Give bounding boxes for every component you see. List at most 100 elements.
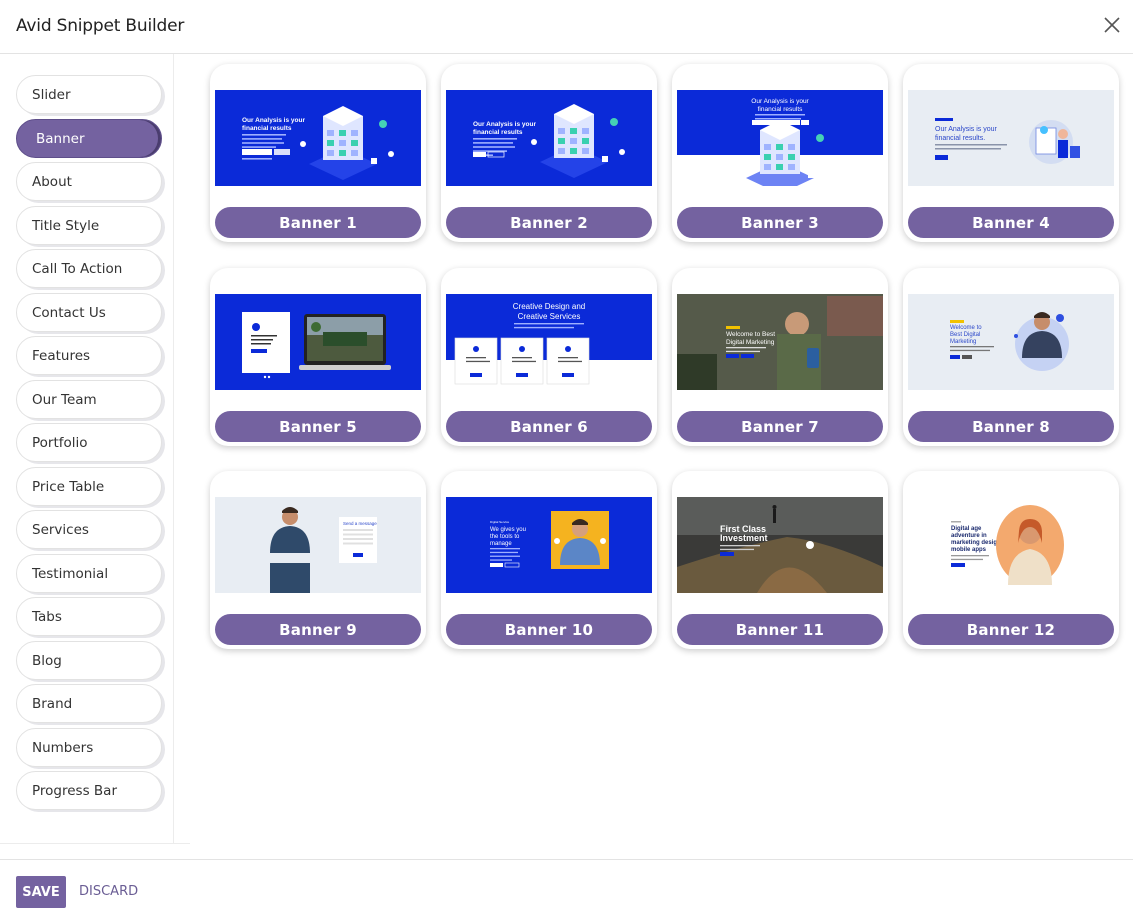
sidebar-item-portfolio[interactable]: Portfolio	[16, 423, 162, 462]
snippet-card-banner-11[interactable]: First Class Investment Banner 11	[672, 471, 888, 649]
snippet-thumbnail: Our Analysis is your financial results	[215, 90, 421, 186]
snippet-thumbnail: Creative Design and Creative Services	[446, 294, 652, 390]
svg-text:Digital Marketing: Digital Marketing	[726, 339, 775, 346]
sidebar-item-progress-bar[interactable]: Progress Bar	[16, 771, 162, 810]
svg-text:manage: manage	[490, 541, 512, 547]
sidebar-item-label: Progress Bar	[32, 782, 117, 799]
svg-text:financial results: financial results	[758, 106, 804, 113]
svg-text:Creative Design and: Creative Design and	[513, 302, 585, 311]
sidebar-item-label: Portfolio	[32, 434, 88, 451]
snippet-card-banner-8[interactable]: Welcome to Best Digital Marketing Banner…	[903, 268, 1119, 446]
snippet-card-label[interactable]: Banner 6	[446, 411, 652, 442]
svg-text:Our Analysis is your: Our Analysis is your	[473, 121, 536, 128]
sidebar-item-our-team[interactable]: Our Team	[16, 380, 162, 419]
snippet-card-banner-2[interactable]: Our Analysis is your financial results B…	[441, 64, 657, 242]
sidebar-item-features[interactable]: Features	[16, 336, 162, 375]
snippet-thumbnail	[215, 294, 421, 390]
snippet-thumbnail: Our Analysis is your financial results	[446, 90, 652, 186]
snippet-card-banner-9[interactable]: Send a message Banner 9	[210, 471, 426, 649]
svg-text:Our Analysis is your: Our Analysis is your	[751, 98, 809, 105]
snippet-card-label[interactable]: Banner 2	[446, 207, 652, 238]
snippet-card-banner-5[interactable]: Banner 5	[210, 268, 426, 446]
snippet-card-banner-7[interactable]: Welcome to Best Digital Marketing Banner…	[672, 268, 888, 446]
discard-button[interactable]: DISCARD	[79, 884, 138, 899]
sidebar-item-label: Testimonial	[32, 565, 109, 582]
sidebar-item-testimonial[interactable]: Testimonial	[16, 554, 162, 593]
snippet-thumbnail: First Class Investment	[677, 497, 883, 593]
snippet-card-label[interactable]: Banner 9	[215, 614, 421, 645]
snippet-card-banner-4[interactable]: Our Analysis is your financial results. …	[903, 64, 1119, 242]
save-button[interactable]: SAVE	[16, 876, 66, 908]
sidebar-item-label: Contact Us	[32, 304, 106, 321]
svg-text:adventure in: adventure in	[951, 533, 987, 539]
snippet-card-banner-10[interactable]: Digital Service We gives you the tools t…	[441, 471, 657, 649]
sidebar-item-label: Slider	[32, 86, 71, 103]
svg-text:We gives you: We gives you	[490, 527, 526, 533]
divider	[0, 843, 190, 844]
sidebar-item-tabs[interactable]: Tabs	[16, 597, 162, 636]
snippet-thumbnail: Digital Service We gives you the tools t…	[446, 497, 652, 593]
snippet-thumbnail: Welcome to Best Digital Marketing	[908, 294, 1114, 390]
sidebar-item-blog[interactable]: Blog	[16, 641, 162, 680]
snippet-card-banner-12[interactable]: Digital age adventure in marketing desig…	[903, 471, 1119, 649]
sidebar-item-banner[interactable]: Banner	[16, 119, 162, 158]
svg-text:Our Analysis is your: Our Analysis is your	[242, 117, 305, 124]
svg-text:mobile apps: mobile apps	[951, 547, 987, 553]
close-icon[interactable]	[1101, 14, 1123, 36]
snippet-card-label[interactable]: Banner 8	[908, 411, 1114, 442]
svg-text:Welcome to: Welcome to	[950, 325, 982, 331]
sidebar-item-label: About	[32, 173, 72, 190]
svg-text:marketing design: marketing design	[951, 540, 1001, 546]
snippet-card-label[interactable]: Banner 4	[908, 207, 1114, 238]
svg-text:Marketing: Marketing	[950, 339, 976, 345]
snippet-thumbnail: Welcome to Best Digital Marketing	[677, 294, 883, 390]
svg-text:Welcome to Best: Welcome to Best	[726, 331, 775, 338]
category-sidebar: Slider Banner About Title Style Call To Acti…	[0, 54, 174, 844]
snippet-card-label[interactable]: Banner 12	[908, 614, 1114, 645]
snippet-card-banner-3[interactable]: Our Analysis is your financial results B…	[672, 64, 888, 242]
sidebar-item-label: Title Style	[32, 217, 100, 234]
sidebar-item-about[interactable]: About	[16, 162, 162, 201]
svg-text:Best Digital: Best Digital	[950, 332, 980, 338]
sidebar-item-slider[interactable]: Slider	[16, 75, 162, 114]
svg-text:Send a message: Send a message	[343, 521, 377, 526]
snippet-card-label[interactable]: Banner 3	[677, 207, 883, 238]
sidebar-item-label: Numbers	[32, 739, 94, 756]
sidebar-item-label: Banner	[36, 130, 85, 147]
sidebar-item-label: Call To Action	[32, 260, 123, 277]
sidebar-item-label: Our Team	[32, 391, 97, 408]
svg-text:Digital age: Digital age	[951, 526, 982, 532]
svg-text:Digital Service: Digital Service	[490, 520, 510, 524]
sidebar-item-label: Price Table	[32, 478, 105, 495]
snippet-card-banner-6[interactable]: Creative Design and Creative Services Ba…	[441, 268, 657, 446]
sidebar-item-brand[interactable]: Brand	[16, 684, 162, 723]
svg-text:the tools to: the tools to	[490, 534, 520, 540]
svg-text:financial results.: financial results.	[935, 135, 985, 142]
sidebar-item-label: Services	[32, 521, 89, 538]
snippet-card-label[interactable]: Banner 5	[215, 411, 421, 442]
snippet-card-banner-1[interactable]: Our Analysis is your financial results B…	[210, 64, 426, 242]
sidebar-item-numbers[interactable]: Numbers	[16, 728, 162, 767]
snippet-thumbnail: Send a message	[215, 497, 421, 593]
sidebar-item-call-to-action[interactable]: Call To Action	[16, 249, 162, 288]
sidebar-item-services[interactable]: Services	[16, 510, 162, 549]
dialog-header: Avid Snippet Builder	[0, 0, 1133, 54]
svg-text:Creative Services: Creative Services	[518, 312, 581, 321]
sidebar-item-label: Blog	[32, 652, 62, 669]
sidebar-item-contact-us[interactable]: Contact Us	[16, 293, 162, 332]
snippet-card-label[interactable]: Banner 10	[446, 614, 652, 645]
sidebar-item-label: Tabs	[32, 608, 62, 625]
svg-text:financial results: financial results	[473, 129, 523, 136]
snippet-card-label[interactable]: Banner 11	[677, 614, 883, 645]
sidebar-item-title-style[interactable]: Title Style	[16, 206, 162, 245]
svg-text:Our Analysis is your: Our Analysis is your	[935, 126, 998, 133]
svg-text:financial results: financial results	[242, 125, 292, 132]
snippet-thumbnail: Our Analysis is your financial results	[677, 90, 883, 186]
snippet-card-label[interactable]: Banner 7	[677, 411, 883, 442]
sidebar-item-price-table[interactable]: Price Table	[16, 467, 162, 506]
snippet-card-label[interactable]: Banner 1	[215, 207, 421, 238]
sidebar-item-label: Brand	[32, 695, 73, 712]
dialog-footer: SAVE DISCARD	[0, 859, 1133, 919]
snippet-thumbnail: Digital age adventure in marketing desig…	[908, 497, 1114, 593]
dialog-title: Avid Snippet Builder	[16, 16, 185, 36]
